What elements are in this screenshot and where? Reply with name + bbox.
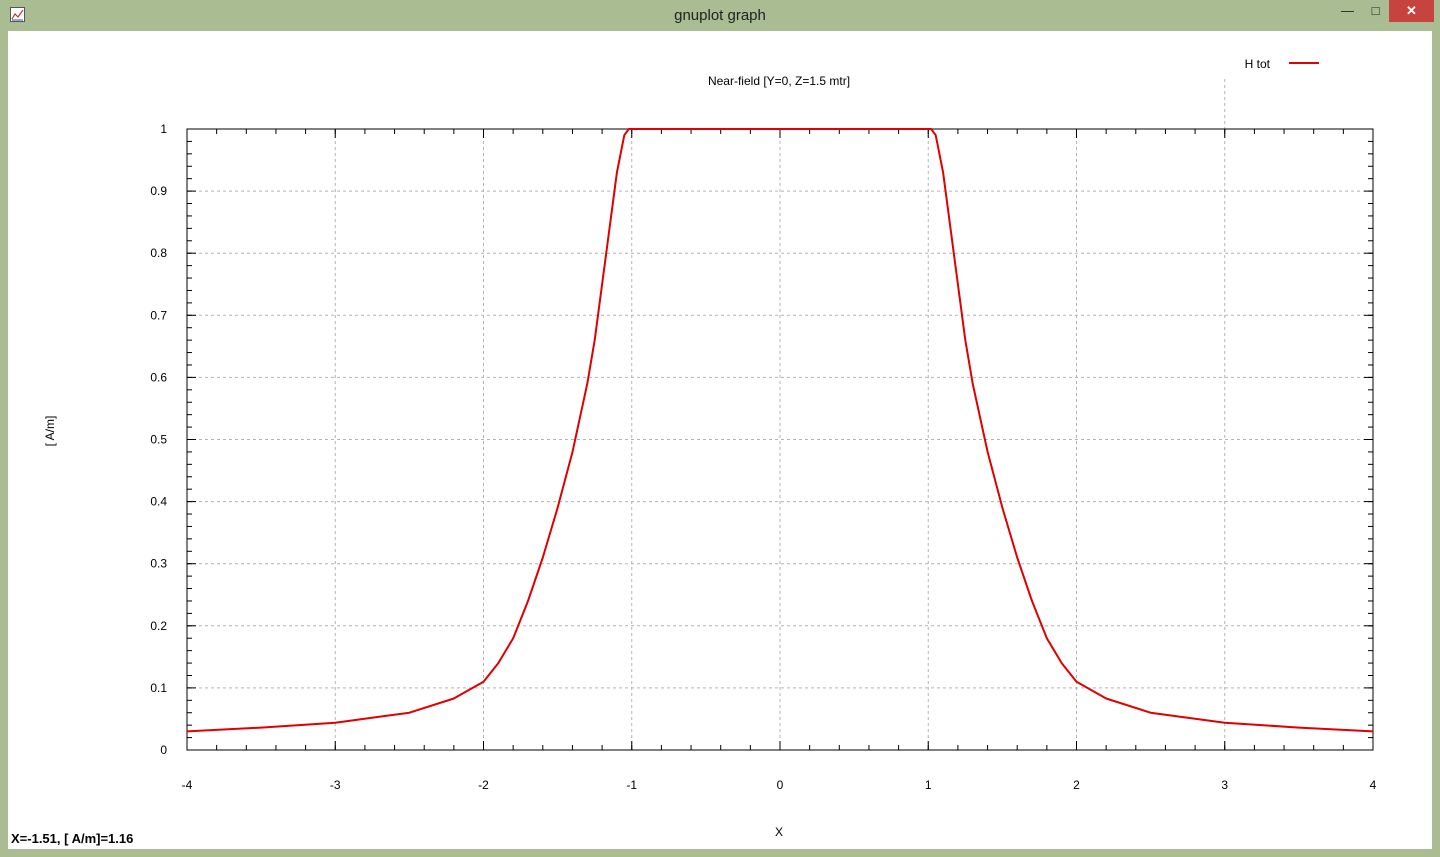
- data-point: [930, 128, 933, 130]
- minimize-button[interactable]: —: [1333, 0, 1362, 22]
- data-point: [571, 451, 574, 453]
- x-tick-label: 3: [1221, 778, 1228, 792]
- data-point: [1016, 556, 1018, 559]
- data-point: [186, 730, 188, 733]
- data-point: [593, 339, 596, 341]
- data-point: [1298, 726, 1300, 729]
- data-point: [1075, 680, 1078, 683]
- y-tick-label: 0.2: [150, 619, 167, 633]
- data-point: [942, 171, 944, 174]
- data-point: [1372, 730, 1374, 733]
- data-point: [601, 283, 603, 286]
- y-tick-label: 0: [160, 743, 167, 757]
- x-axis-label: X: [775, 825, 783, 839]
- data-point: [586, 382, 589, 385]
- mouse-coordinate-readout: X=-1.51, [ A/m]=1.16: [11, 831, 134, 846]
- data-point: [1223, 721, 1226, 724]
- data-point: [556, 507, 559, 509]
- data-point: [971, 382, 974, 385]
- x-tick-label: -2: [478, 778, 489, 792]
- data-point: [623, 134, 626, 137]
- data-point: [957, 283, 959, 286]
- gnuplot-window: gnuplot graph — □ ✕ -4 -3 -2 -1 0 1 2 3 4 0 0.1 0.2…: [0, 0, 1440, 857]
- x-tick-label: -4: [182, 778, 193, 792]
- y-tick-label: 0.1: [150, 681, 167, 695]
- x-tick-label: 4: [1370, 778, 1377, 792]
- data-point: [1031, 600, 1033, 602]
- data-point: [260, 726, 262, 729]
- data-point: [482, 680, 485, 683]
- y-tick-label: 0.9: [150, 184, 167, 198]
- data-point: [927, 128, 930, 130]
- y-axis-label: [ A/m]: [43, 416, 57, 447]
- plot-area[interactable]: -4 -3 -2 -1 0 1 2 3 4 0 0.1 0.2 0.3 0.4 0.5 0.6 0.7 0.8 0.…: [8, 31, 1432, 849]
- data-point: [964, 339, 967, 341]
- data-point: [627, 128, 630, 130]
- data-point: [934, 134, 937, 137]
- y-tick-label: 0.8: [150, 246, 167, 260]
- legend: H tot: [1245, 57, 1319, 71]
- tick-labels: -4 -3 -2 -1 0 1 2 3 4 0 0.1 0.2 0.3 0.4 0.5 0.6 0.7 0.8 0.…: [150, 122, 1376, 792]
- data-point: [1001, 507, 1004, 509]
- data-point: [334, 721, 337, 724]
- title-bar[interactable]: gnuplot graph — □ ✕: [0, 0, 1440, 31]
- data-point: [453, 697, 455, 700]
- y-tick-label: 0.7: [150, 308, 167, 322]
- data-point: [949, 227, 952, 230]
- data-point: [1046, 637, 1048, 640]
- data-point: [779, 128, 781, 130]
- data-point: [408, 711, 411, 714]
- window-title: gnuplot graph: [674, 7, 766, 24]
- y-tick-label: 0.3: [150, 557, 167, 571]
- data-point: [608, 227, 611, 230]
- data-point: [527, 600, 529, 602]
- y-tick-label: 0.5: [150, 433, 167, 447]
- plot-canvas[interactable]: -4 -3 -2 -1 0 1 2 3 4 0 0.1 0.2 0.3 0.4 0.5 0.6 0.7 0.8 0.…: [8, 31, 1432, 849]
- x-tick-label: 1: [925, 778, 932, 792]
- data-point: [616, 171, 618, 174]
- legend-label-h-tot: H tot: [1245, 57, 1271, 71]
- data-point: [542, 556, 544, 559]
- data-point: [497, 662, 500, 664]
- data-point: [1105, 697, 1107, 700]
- data-point: [986, 451, 989, 453]
- y-tick-label: 0.6: [150, 370, 167, 384]
- x-tick-label: 0: [777, 778, 784, 792]
- maximize-button[interactable]: □: [1362, 0, 1389, 22]
- data-point: [630, 128, 633, 130]
- close-button[interactable]: ✕: [1389, 0, 1434, 22]
- data-point: [512, 637, 514, 640]
- data-point: [1060, 662, 1063, 664]
- data-point: [1149, 711, 1152, 714]
- chart-title: Near-field [Y=0, Z=1.5 mtr]: [708, 74, 850, 88]
- grid-lines: [187, 79, 1373, 750]
- x-tick-label: -3: [330, 778, 341, 792]
- x-tick-label: 2: [1073, 778, 1080, 792]
- y-tick-label: 1: [160, 122, 167, 136]
- x-tick-label: -1: [626, 778, 637, 792]
- y-tick-label: 0.4: [150, 495, 167, 509]
